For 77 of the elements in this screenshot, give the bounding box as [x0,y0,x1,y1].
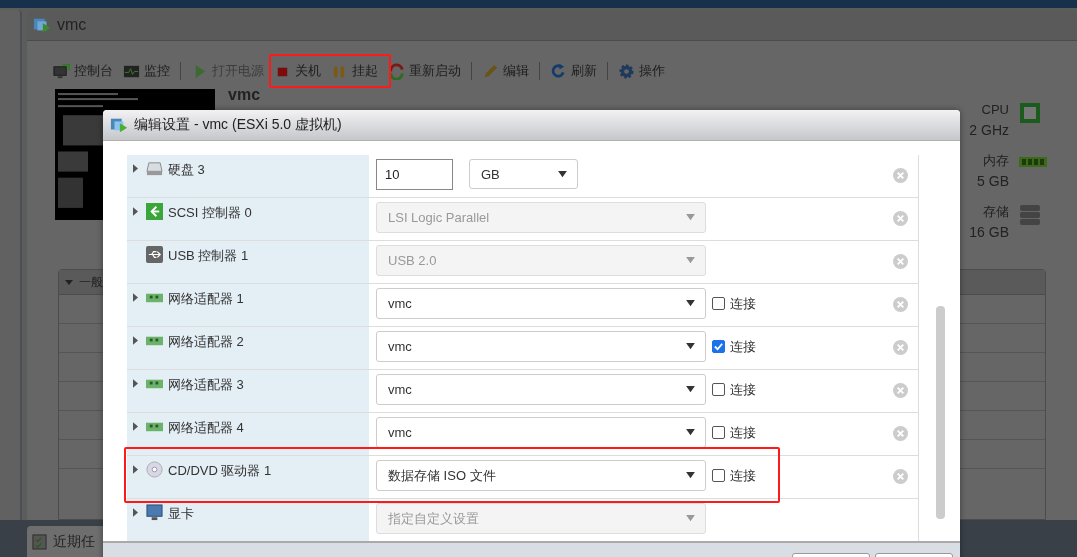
stat-label: 内存 [983,152,1009,170]
expand-arrow-icon[interactable] [133,379,138,388]
vm-icon [110,116,128,134]
caret-icon [558,170,567,178]
caret-icon [686,515,695,522]
controller-icon [146,203,163,220]
clipboard-icon [32,533,47,550]
dropdown[interactable]: vmc [376,331,706,362]
checkbox-label: 连接 [730,338,756,356]
vm-icon [33,16,51,34]
stat-label: CPU [981,101,1009,119]
chip-icon [1019,102,1041,124]
checkbox-label: 连接 [730,467,756,485]
device-label: USB 控制器 1 [168,247,249,265]
checkbox[interactable] [712,340,725,353]
toolbar-button[interactable]: 挂起 [331,62,378,80]
restart-icon [388,62,405,80]
checkbox-label: 连接 [730,295,756,313]
dropdown[interactable]: vmc [376,374,706,405]
caret-icon [686,343,695,350]
device-label: 网络适配器 4 [168,419,244,437]
scrollbar-thumb[interactable] [936,306,945,519]
toolbar-button[interactable]: 监控 [123,62,170,80]
caret-icon [686,429,695,436]
expand-arrow-icon[interactable] [133,422,138,431]
disc-icon [146,461,163,478]
device-label: SCSI 控制器 0 [168,204,252,222]
dropdown[interactable]: vmc [376,288,706,319]
checkbox-label: 连接 [730,381,756,399]
checkbox[interactable] [712,297,725,310]
caret-icon [686,257,695,264]
storage-icon [1019,204,1041,226]
settings-icon [618,62,635,80]
dropdown[interactable]: vmc [376,417,706,448]
toolbar-button[interactable]: 操作 [618,62,665,80]
device-label: 网络适配器 2 [168,333,244,351]
checkbox-label: 连接 [730,424,756,442]
device-label: 网络适配器 1 [168,290,244,308]
usb-icon [146,246,163,263]
stat-value: 5 GB [977,172,1009,191]
dialog-title: 编辑设置 - vmc (ESXi 5.0 虚拟机) [134,116,342,134]
checkbox[interactable] [712,426,725,439]
caret-icon [686,214,695,221]
toolbar-button[interactable]: 控制台 [53,62,113,80]
caret-icon [686,386,695,393]
checkbox[interactable] [712,383,725,396]
window-title: vmc [57,16,87,34]
expand-arrow-icon[interactable] [133,336,138,345]
device-label: 硬盘 3 [168,161,205,179]
size-field[interactable]: 10 [376,159,453,190]
refresh-icon [550,62,567,80]
stat-label: 存储 [983,203,1009,221]
dropdown[interactable]: 数据存储 ISO 文件 [376,460,706,491]
tasks-title: 近期任 [53,532,95,551]
toolbar-button[interactable]: 重新启动 [388,62,461,80]
stat-value: 16 GB [969,223,1009,242]
checkbox[interactable] [712,469,725,482]
expand-arrow-icon[interactable] [133,293,138,302]
device-label: 显卡 [168,505,194,523]
expand-arrow-icon[interactable] [133,465,138,474]
caret-icon [686,300,695,307]
toolbar-button[interactable]: 关机 [274,62,321,80]
caret-icon [64,277,74,287]
memory-icon [1019,155,1047,169]
expand-arrow-icon[interactable] [133,164,138,173]
device-label: CD/DVD 驱动器 1 [168,462,272,480]
device-label: 网络适配器 3 [168,376,244,394]
stat-value: 2 GHz [969,121,1009,140]
vm-name: vmc [228,86,261,104]
unit-dropdown[interactable]: GB [469,159,578,189]
toolbar-button[interactable]: 编辑 [482,62,529,80]
monitor-icon [146,504,163,521]
pencil-icon [482,62,499,80]
toolbar-button[interactable]: 刷新 [550,62,597,80]
caret-icon [686,472,695,479]
hard-disk-icon [146,160,163,177]
monitor-icon [53,62,70,80]
